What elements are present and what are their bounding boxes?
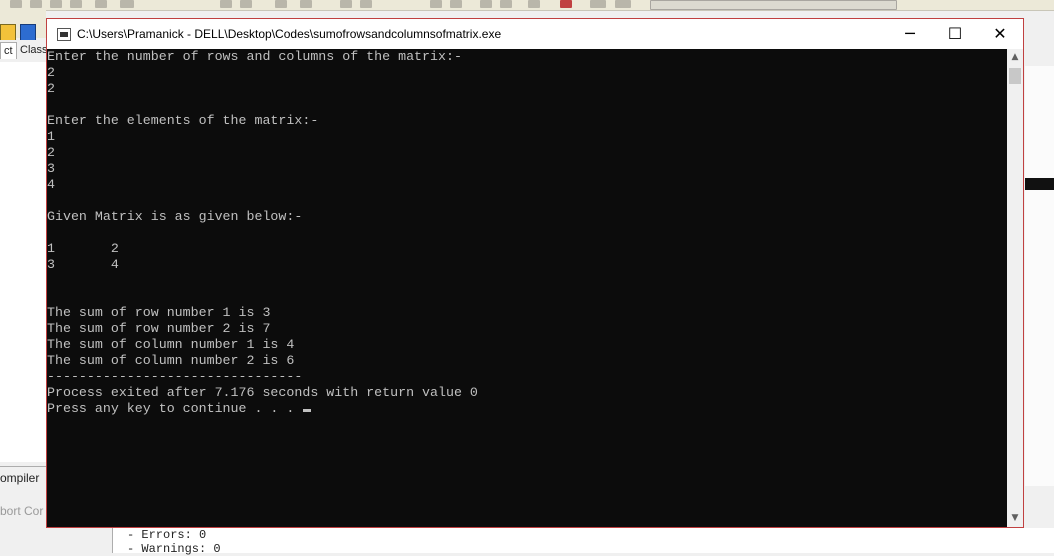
- console-line: The sum of row number 2 is 7: [47, 321, 271, 336]
- console-line: --------------------------------: [47, 369, 303, 384]
- toolbar-button[interactable]: [240, 0, 252, 8]
- console-line: 1 2: [47, 241, 119, 256]
- console-line: 4: [47, 177, 55, 192]
- console-line: 3: [47, 161, 55, 176]
- console-line: Press any key to continue . . .: [47, 401, 1006, 417]
- text-cursor: [303, 409, 312, 412]
- toolbar-button[interactable]: [360, 0, 372, 8]
- toolbar-button[interactable]: [340, 0, 352, 8]
- ide-editor-highlight: [1025, 178, 1054, 190]
- toolbar-button[interactable]: [450, 0, 462, 8]
- ide-toolbar-secondary: [0, 10, 46, 42]
- ide-editor-edge: [1025, 66, 1054, 486]
- toolbar-button[interactable]: [430, 0, 442, 8]
- close-button[interactable]: ✕: [977, 19, 1023, 49]
- window-title: C:\Users\Pramanick - DELL\Desktop\Codes\…: [77, 27, 502, 41]
- console-line: Given Matrix is as given below:-: [47, 209, 303, 224]
- toolbar-button[interactable]: [95, 0, 107, 8]
- toolbar-combobox[interactable]: [650, 0, 897, 10]
- scroll-down-icon[interactable]: ▼: [1007, 510, 1023, 527]
- tab-project[interactable]: ct: [0, 42, 17, 59]
- console-line: 2: [47, 81, 55, 96]
- console-line: Enter the elements of the matrix:-: [47, 113, 319, 128]
- toolbar-button[interactable]: [300, 0, 312, 8]
- toolbar-button[interactable]: [590, 0, 606, 8]
- title-bar[interactable]: C:\Users\Pramanick - DELL\Desktop\Codes\…: [47, 19, 1023, 49]
- tab-compiler[interactable]: ompiler: [0, 466, 46, 489]
- console-line: Process exited after 7.176 seconds with …: [47, 385, 478, 400]
- console-window[interactable]: C:\Users\Pramanick - DELL\Desktop\Codes\…: [46, 18, 1024, 528]
- ide-toolbar: [0, 0, 1054, 11]
- toolbar-button[interactable]: [120, 0, 134, 8]
- toolbar-button[interactable]: [500, 0, 512, 8]
- minimize-button[interactable]: ─: [887, 19, 933, 49]
- maximize-button[interactable]: ☐: [932, 19, 978, 49]
- console-line: 2: [47, 145, 55, 160]
- console-line: 3 4: [47, 257, 119, 272]
- ide-left-tabs: ct Class: [0, 40, 48, 63]
- console-line: The sum of column number 1 is 4: [47, 337, 295, 352]
- console-line: 1: [47, 129, 55, 144]
- scroll-thumb[interactable]: [1009, 68, 1021, 84]
- console-output[interactable]: Enter the number of rows and columns of …: [47, 49, 1006, 527]
- toolbar-button[interactable]: [50, 0, 62, 8]
- toolbar-button[interactable]: [560, 0, 572, 8]
- console-app-icon[interactable]: [57, 28, 71, 41]
- abort-compilation-button[interactable]: bort Cor: [0, 500, 46, 522]
- toolbar-button[interactable]: [480, 0, 492, 8]
- scroll-up-icon[interactable]: ▲: [1007, 49, 1023, 66]
- console-line: Enter the number of rows and columns of …: [47, 49, 462, 64]
- ide-project-panel: [0, 62, 46, 462]
- toolbar-button[interactable]: [70, 0, 82, 8]
- toolbar-button[interactable]: [30, 0, 42, 8]
- vertical-scrollbar[interactable]: ▲ ▼: [1007, 49, 1023, 527]
- toolbar-button[interactable]: [528, 0, 540, 8]
- console-line: 2: [47, 65, 55, 80]
- toolbar-button[interactable]: [220, 0, 232, 8]
- console-line: The sum of row number 1 is 3: [47, 305, 271, 320]
- compile-log: - Errors: 0 - Warnings: 0: [112, 528, 1054, 556]
- log-warnings: - Warnings: 0: [127, 542, 221, 556]
- toolbar-button[interactable]: [10, 0, 22, 8]
- console-line: The sum of column number 2 is 6: [47, 353, 295, 368]
- toolbar-button[interactable]: [615, 0, 631, 8]
- log-errors: - Errors: 0: [127, 528, 207, 542]
- toolbar-button[interactable]: [275, 0, 287, 8]
